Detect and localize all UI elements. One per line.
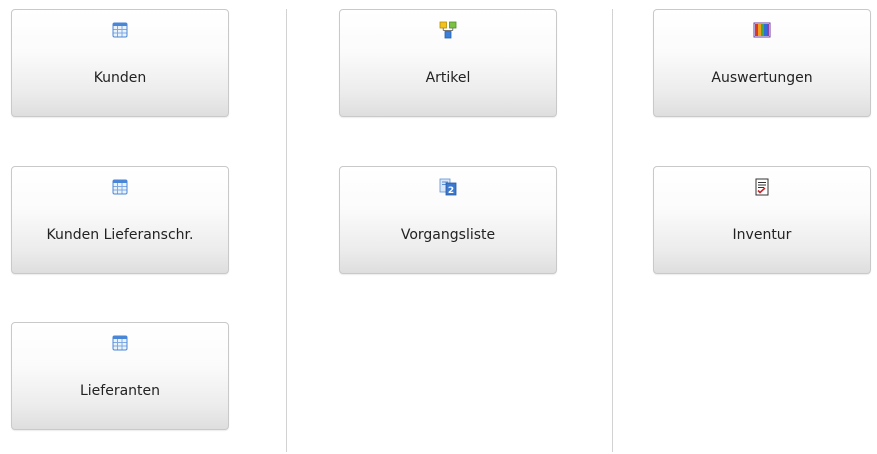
auswertungen-button[interactable]: Auswertungen — [653, 9, 871, 117]
checklist-icon — [753, 178, 771, 196]
vorgangsliste-label: Vorgangsliste — [400, 227, 496, 243]
document-list-icon: 2 — [439, 178, 457, 196]
kunden-lieferanschr-label: Kunden Lieferanschr. — [46, 227, 194, 243]
auswertungen-label: Auswertungen — [711, 70, 813, 86]
table-icon — [111, 334, 129, 352]
table-icon — [111, 21, 129, 39]
column-divider-1 — [286, 9, 287, 452]
svg-text:2: 2 — [448, 186, 454, 196]
hierarchy-icon — [439, 21, 457, 39]
column-divider-2 — [612, 9, 613, 452]
kunden-label: Kunden — [93, 70, 147, 86]
lieferanten-button[interactable]: Lieferanten — [11, 322, 229, 430]
kunden-button[interactable]: Kunden — [11, 9, 229, 117]
inventur-label: Inventur — [732, 227, 792, 243]
color-bars-icon — [753, 21, 771, 39]
inventur-button[interactable]: Inventur — [653, 166, 871, 274]
table-icon — [111, 178, 129, 196]
lieferanten-label: Lieferanten — [79, 383, 161, 399]
vorgangsliste-button[interactable]: 2 Vorgangsliste — [339, 166, 557, 274]
artikel-label: Artikel — [425, 70, 471, 86]
kunden-lieferanschr-button[interactable]: Kunden Lieferanschr. — [11, 166, 229, 274]
artikel-button[interactable]: Artikel — [339, 9, 557, 117]
